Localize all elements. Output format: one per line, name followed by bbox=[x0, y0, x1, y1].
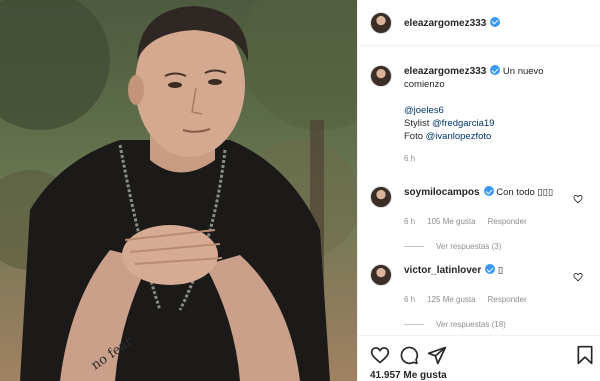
comment-username[interactable]: soymilocampos bbox=[404, 187, 480, 198]
comment-likes[interactable]: 105 Me gusta bbox=[427, 217, 475, 226]
caption-username[interactable]: eleazargomez333 bbox=[404, 66, 486, 77]
action-icons bbox=[370, 345, 595, 365]
comment-text: ▯ bbox=[497, 265, 504, 276]
post-caption: eleazargomez333 Un nuevo comienzo @joele… bbox=[370, 65, 595, 165]
comment-item: victor_latinlover ▯ 6 h 125 Me gusta Res… bbox=[370, 264, 595, 329]
reply-button[interactable]: Responder bbox=[488, 217, 527, 226]
author-avatar[interactable] bbox=[370, 11, 392, 34]
comment-username[interactable]: victor_latinlover bbox=[404, 265, 481, 276]
commenter-avatar[interactable] bbox=[370, 264, 392, 286]
comment-icon[interactable] bbox=[399, 345, 419, 365]
verified-icon bbox=[485, 264, 496, 274]
commenter-avatar[interactable] bbox=[370, 186, 392, 208]
post-actions: 41.957 Me gusta bbox=[358, 335, 600, 381]
verified-icon bbox=[483, 186, 494, 196]
comment-meta: 6 h 125 Me gusta Responder bbox=[404, 295, 595, 304]
author-username[interactable]: eleazargomez333 bbox=[404, 16, 501, 29]
replies-divider bbox=[404, 324, 424, 325]
heart-icon[interactable] bbox=[370, 345, 390, 365]
author-username-text[interactable]: eleazargomez333 bbox=[404, 18, 486, 29]
verified-icon bbox=[490, 16, 501, 27]
verified-icon bbox=[490, 65, 501, 75]
like-comment-heart-icon[interactable] bbox=[573, 272, 583, 282]
instagram-post: no fear eleazargomez333 eleazargomez333 … bbox=[0, 0, 600, 381]
caption-avatar[interactable] bbox=[370, 65, 392, 87]
comment-time[interactable]: 6 h bbox=[404, 217, 415, 226]
comment-text-block: victor_latinlover ▯ bbox=[404, 264, 574, 277]
comment-text-block: soymilocampos Con todo ▯▯▯ bbox=[404, 186, 574, 199]
like-comment-heart-icon[interactable] bbox=[573, 194, 583, 204]
mention-link[interactable]: @ivanlopezfoto bbox=[426, 131, 492, 142]
replies-divider bbox=[404, 246, 424, 247]
share-icon[interactable] bbox=[427, 345, 447, 365]
comment-item: soymilocampos Con todo ▯▯▯ 6 h 105 Me gu… bbox=[370, 186, 595, 251]
comment-likes[interactable]: 125 Me gusta bbox=[427, 295, 475, 304]
post-header: eleazargomez333 bbox=[358, 0, 600, 46]
view-replies-button[interactable]: Ver respuestas (18) bbox=[404, 320, 595, 329]
portrait-image: no fear bbox=[0, 0, 357, 381]
post-sidebar: eleazargomez333 eleazargomez333 Un nuevo… bbox=[357, 0, 600, 381]
view-replies-label[interactable]: Ver respuestas (18) bbox=[436, 320, 506, 329]
caption-text-block: eleazargomez333 Un nuevo comienzo @joele… bbox=[404, 65, 584, 165]
likes-count[interactable]: 41.957 Me gusta bbox=[370, 370, 447, 381]
comment-text: Con todo ▯▯▯ bbox=[496, 187, 554, 198]
stylist-label: Stylist bbox=[404, 118, 430, 129]
mention-link[interactable]: @fredgarcia19 bbox=[432, 118, 494, 129]
bookmark-icon[interactable] bbox=[575, 345, 595, 365]
reply-button[interactable]: Responder bbox=[488, 295, 527, 304]
view-replies-label[interactable]: Ver respuestas (3) bbox=[436, 242, 501, 251]
view-replies-button[interactable]: Ver respuestas (3) bbox=[404, 242, 595, 251]
foto-label: Foto bbox=[404, 131, 424, 142]
comment-meta: 6 h 105 Me gusta Responder bbox=[404, 217, 595, 226]
caption-time[interactable]: 6 h bbox=[404, 152, 584, 165]
post-photo[interactable]: no fear bbox=[0, 0, 357, 381]
comment-time[interactable]: 6 h bbox=[404, 295, 415, 304]
mention-link[interactable]: @joeles6 bbox=[404, 105, 444, 116]
